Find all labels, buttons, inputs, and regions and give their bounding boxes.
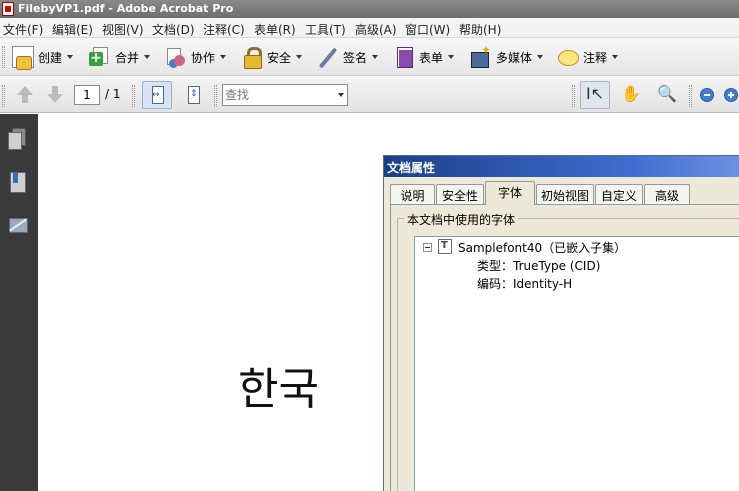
toolbar-grip[interactable]	[2, 46, 5, 68]
find-box	[222, 84, 348, 106]
forms-button[interactable]: 表单	[393, 43, 455, 71]
next-page-icon[interactable]	[45, 86, 65, 104]
create-pdf-icon	[12, 46, 34, 70]
combine-button[interactable]: 合并	[89, 43, 151, 71]
magnifier-icon: 🔍	[657, 84, 677, 103]
multimedia-icon	[470, 43, 492, 68]
menu-help[interactable]: 帮助(H)	[459, 21, 501, 38]
forms-button-label: 表单	[419, 50, 444, 65]
comment-button-label: 注释	[583, 50, 608, 65]
page-count: / 1	[105, 87, 121, 101]
select-tool-button[interactable]: I↖	[580, 81, 610, 109]
find-options-dropdown-icon[interactable]	[335, 85, 347, 105]
secure-button-label: 安全	[267, 50, 292, 65]
toolbar-grip[interactable]	[214, 85, 217, 107]
fit-width-button[interactable]	[142, 81, 172, 109]
menu-comments[interactable]: 注释(C)	[203, 21, 245, 38]
menu-bar: 文件(F) 编辑(E) 视图(V) 文档(D) 注释(C) 表单(R) 工具(T…	[0, 18, 739, 38]
page-number-input[interactable]	[74, 85, 100, 105]
menu-document[interactable]: 文档(D)	[152, 21, 195, 38]
tab-description[interactable]: 说明	[390, 184, 435, 204]
chevron-down-icon	[67, 55, 74, 59]
comment-button[interactable]: 注释	[557, 43, 619, 71]
menu-window[interactable]: 窗口(W)	[405, 21, 450, 38]
dialog-title-bar[interactable]: 文档属性	[384, 156, 739, 177]
combine-button-label: 合并	[115, 50, 140, 65]
lock-icon	[241, 46, 263, 69]
find-input[interactable]	[225, 87, 335, 103]
task-toolbar: 创建 合并 协作 安全 签名 表单 多媒体 注释	[0, 38, 739, 76]
hand-tool-button[interactable]: ✋	[616, 81, 646, 109]
fit-width-icon	[152, 86, 164, 104]
signatures-icon[interactable]	[8, 215, 28, 235]
truetype-font-icon	[438, 239, 452, 254]
dialog-tab-strip: 说明 安全性 字体 初始视图 自定义 高级	[390, 181, 739, 205]
chevron-down-icon	[537, 55, 544, 59]
marquee-zoom-button[interactable]: 🔍	[652, 81, 682, 109]
collaborate-icon	[165, 46, 187, 68]
menu-forms[interactable]: 表单(R)	[254, 21, 296, 38]
pen-icon	[317, 46, 339, 68]
font-tree: Samplefont40（已嵌入子集） 类型：TrueType (CID) 编码…	[414, 236, 739, 491]
navigation-toolbar: / 1 I↖ ✋ 🔍	[0, 77, 739, 113]
window-title: FilebyVP1.pdf - Adobe Acrobat Pro	[18, 2, 234, 15]
menu-view[interactable]: 视图(V)	[102, 21, 144, 38]
bookmarks-icon[interactable]	[8, 172, 26, 193]
menu-file[interactable]: 文件(F)	[3, 21, 43, 38]
combine-files-icon	[89, 46, 111, 68]
toolbar-grip[interactable]	[572, 85, 575, 107]
fit-page-icon	[188, 86, 200, 104]
font-name[interactable]: Samplefont40（已嵌入子集）	[458, 239, 626, 256]
form-icon	[393, 46, 415, 68]
pages-icon[interactable]	[8, 128, 26, 150]
toolbar-grip[interactable]	[132, 85, 135, 107]
create-button-label: 创建	[38, 50, 63, 65]
chevron-down-icon	[372, 55, 379, 59]
document-text: 한국	[238, 364, 319, 415]
chevron-down-icon	[220, 55, 227, 59]
document-properties-dialog: 文档属性 说明 安全性 字体 初始视图 自定义 高级 本文档中使用的字体 Sam…	[383, 155, 739, 491]
comment-bubble-icon	[557, 46, 579, 68]
multimedia-button-label: 多媒体	[496, 50, 533, 65]
dialog-title: 文档属性	[387, 161, 436, 175]
tab-security[interactable]: 安全性	[436, 184, 484, 204]
font-type: 类型：TrueType (CID)	[477, 259, 601, 273]
menu-edit[interactable]: 编辑(E)	[52, 21, 93, 38]
chevron-down-icon	[448, 55, 455, 59]
zoom-out-icon[interactable]	[700, 88, 714, 102]
text-select-cursor-icon: I↖	[585, 84, 605, 103]
collapse-icon[interactable]	[423, 243, 432, 252]
chevron-down-icon	[612, 55, 619, 59]
tab-custom[interactable]: 自定义	[595, 184, 643, 204]
multimedia-button[interactable]: 多媒体	[470, 43, 544, 71]
tab-initial-view[interactable]: 初始视图	[536, 184, 594, 204]
chevron-down-icon	[296, 55, 303, 59]
collaborate-button[interactable]: 协作	[165, 43, 227, 71]
title-bar: FilebyVP1.pdf - Adobe Acrobat Pro	[0, 0, 739, 18]
secure-button[interactable]: 安全	[241, 43, 303, 71]
collaborate-button-label: 协作	[191, 50, 216, 65]
menu-advanced[interactable]: 高级(A)	[355, 21, 397, 38]
tab-advanced[interactable]: 高级	[644, 184, 690, 204]
font-encoding: 编码：Identity-H	[477, 277, 573, 291]
hand-icon: ✋	[621, 84, 641, 103]
toolbar-grip[interactable]	[689, 85, 692, 107]
menu-tools[interactable]: 工具(T)	[305, 21, 346, 38]
tab-fonts[interactable]: 字体	[485, 181, 535, 205]
sign-button-label: 签名	[343, 50, 368, 65]
toolbar-grip[interactable]	[2, 85, 5, 107]
create-button[interactable]: 创建	[12, 43, 74, 71]
chevron-down-icon	[144, 55, 151, 59]
navigation-pane	[0, 114, 38, 491]
fonts-section-label: 本文档中使用的字体	[404, 211, 519, 228]
previous-page-icon[interactable]	[15, 86, 35, 104]
zoom-in-icon[interactable]	[724, 88, 738, 102]
fit-page-button[interactable]	[178, 81, 208, 109]
sign-button[interactable]: 签名	[317, 43, 379, 71]
acrobat-pdf-icon	[2, 2, 14, 16]
